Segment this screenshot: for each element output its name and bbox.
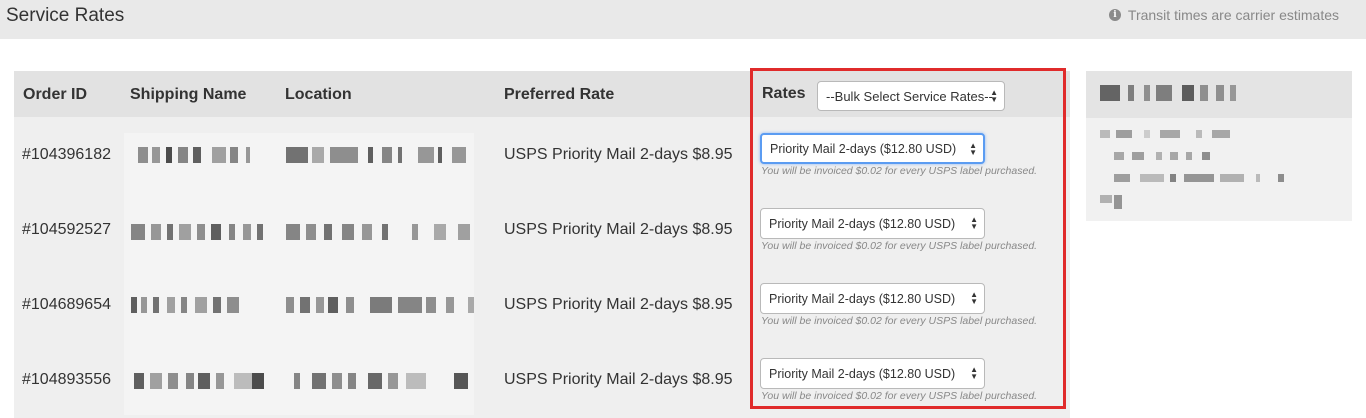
invoice-note: You will be invoiced $0.02 for every USP… [761,390,1038,402]
rates-title: Rates [762,85,806,102]
rate-select-value: Priority Mail 2-days ($12.80 USD) [769,216,956,231]
rate-select-value: Priority Mail 2-days ($12.80 USD) [770,141,957,156]
column-header-shipping-name: Shipping Name [130,86,247,103]
select-arrows-icon: ▲ ▼ [990,88,998,104]
order-id: #104396182 [22,146,111,163]
order-id: #104689654 [22,296,111,313]
rate-select[interactable]: Priority Mail 2-days ($12.80 USD) ▲ ▼ [760,358,985,389]
preferred-rate: USPS Priority Mail 2-days $8.95 [504,221,733,238]
column-header-preferred-rate: Preferred Rate [504,86,615,103]
select-arrows-icon: ▲ ▼ [969,141,977,157]
redacted-shipping-name [131,297,247,313]
transit-notice-text: Transit times are carrier estimates [1127,7,1339,23]
redacted-location [286,224,474,240]
redacted-card-line [1100,195,1130,209]
invoice-note: You will be invoiced $0.02 for every USP… [761,240,1038,252]
redacted-side-card [1086,71,1352,221]
top-bar: Service Rates i Transit times are carrie… [0,0,1366,39]
select-arrows-icon: ▲ ▼ [970,290,978,306]
rate-select-value: Priority Mail 2-days ($12.80 USD) [769,291,956,306]
page-title: Service Rates [6,5,125,26]
column-header-order-id: Order ID [23,86,88,103]
order-id: #104893556 [22,371,111,388]
select-arrows-icon: ▲ ▼ [970,215,978,231]
redacted-shipping-name [131,224,267,240]
redacted-location [294,373,470,389]
preferred-rate: USPS Priority Mail 2-days $8.95 [504,371,733,388]
redacted-card-title [1100,85,1260,101]
redacted-card-line [1100,130,1240,140]
redacted-card-line [1114,152,1214,162]
rate-select[interactable]: Priority Mail 2-days ($12.80 USD) ▲ ▼ [760,208,985,239]
bulk-select-label: --Bulk Select Service Rates-- [826,88,993,104]
preferred-rate: USPS Priority Mail 2-days $8.95 [504,146,733,163]
select-arrows-icon: ▲ ▼ [970,365,978,381]
rates-column-highlight: Rates --Bulk Select Service Rates-- ▲ ▼ P… [750,68,1066,409]
info-icon: i [1108,9,1121,21]
invoice-note: You will be invoiced $0.02 for every USP… [761,165,1038,177]
preferred-rate: USPS Priority Mail 2-days $8.95 [504,296,733,313]
rate-select-value: Priority Mail 2-days ($12.80 USD) [769,366,956,381]
redacted-location [286,297,482,313]
redacted-shipping-name [134,373,266,389]
column-header-location: Location [285,86,352,103]
side-card-header [1086,71,1352,118]
invoice-note: You will be invoiced $0.02 for every USP… [761,315,1038,327]
rate-select[interactable]: Priority Mail 2-days ($12.80 USD) ▲ ▼ [760,133,985,164]
redacted-location [286,147,472,163]
order-id: #104592527 [22,221,111,238]
transit-notice: i Transit times are carrier estimates [1108,7,1339,23]
bulk-select-rates[interactable]: --Bulk Select Service Rates-- ▲ ▼ [817,81,1005,111]
redacted-shipping-name [138,147,254,163]
redacted-card-line [1114,174,1284,184]
rate-select[interactable]: Priority Mail 2-days ($12.80 USD) ▲ ▼ [760,283,985,314]
